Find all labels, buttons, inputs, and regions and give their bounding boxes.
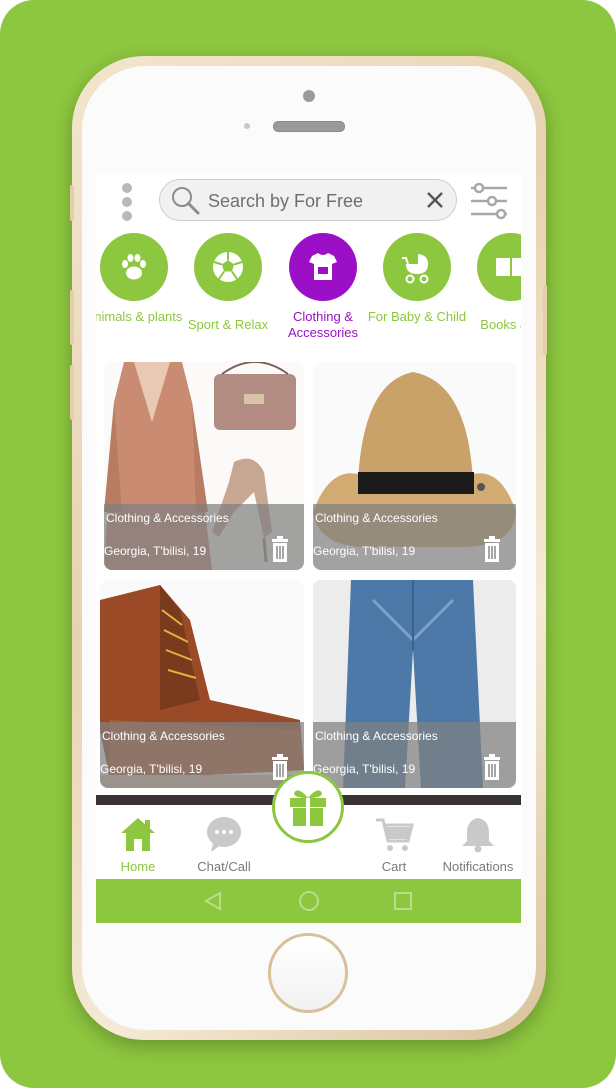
- tab-chat-call[interactable]: Chat/Call: [182, 815, 266, 874]
- app-screen: Animals & plants Sport & Relax Clothing …: [96, 175, 521, 923]
- side-button-power: [543, 285, 547, 355]
- tab-label: Notifications: [442, 859, 514, 874]
- listing-location: Georgia, T'bilisi, 19: [100, 762, 203, 776]
- category-baby-child[interactable]: For Baby & Child: [367, 233, 467, 325]
- clothing-icon: [309, 253, 337, 280]
- category-sport-relax[interactable]: Sport & Relax: [178, 233, 278, 333]
- listing-location: Georgia, T'bilisi, 19: [313, 544, 416, 558]
- category-label: For Baby & Child: [367, 309, 467, 324]
- chat-icon: [207, 817, 241, 852]
- search-icon: [172, 187, 200, 215]
- bell-icon: [462, 818, 494, 853]
- category-label: Animals & plants: [96, 309, 183, 324]
- paw-icon: [122, 254, 146, 280]
- category-label: Books & C: [480, 317, 521, 332]
- gift-icon: [290, 790, 326, 826]
- trash-icon[interactable]: [482, 754, 502, 780]
- recents-icon[interactable]: [393, 891, 413, 911]
- side-button-mute: [70, 185, 74, 221]
- listing-category: Clothing & Accessories: [315, 511, 438, 525]
- category-label: Sport & Relax: [187, 317, 269, 332]
- listing-card[interactable]: Clothing & Accessories Georgia, T'bilisi…: [313, 580, 516, 788]
- home-icon: [121, 818, 155, 851]
- soccer-ball-icon: [213, 252, 243, 282]
- front-camera: [303, 90, 315, 102]
- category-books[interactable]: Books & C: [461, 233, 521, 333]
- tab-label: Cart: [381, 859, 407, 874]
- category-animals-plants[interactable]: Animals & plants: [96, 233, 184, 325]
- search-bar: [159, 179, 457, 221]
- category-label: Clothing & Accessories: [287, 309, 359, 340]
- listing-category: Clothing & Accessories: [315, 729, 438, 743]
- menu-icon[interactable]: [120, 183, 134, 223]
- home-circle-icon[interactable]: [298, 890, 320, 912]
- category-carousel: Animals & plants Sport & Relax Clothing …: [96, 233, 521, 345]
- earpiece-speaker: [273, 121, 345, 132]
- sensor: [244, 123, 250, 129]
- tab-label: Home: [120, 859, 156, 874]
- stroller-icon: [402, 254, 429, 284]
- listing-card[interactable]: Clothing & Accessories Georgia, T'bilisi…: [104, 362, 304, 570]
- side-button-volume-up: [70, 290, 74, 345]
- filter-sliders-icon[interactable]: [468, 181, 510, 221]
- listing-category: Clothing & Accessories: [106, 511, 229, 525]
- side-button-volume-down: [70, 365, 74, 420]
- home-hardware-button[interactable]: [268, 933, 348, 1013]
- listing-card[interactable]: Clothing & Accessories Georgia, T'bilisi…: [100, 580, 304, 788]
- tab-label: Chat/Call: [197, 859, 251, 874]
- back-icon[interactable]: [203, 891, 223, 911]
- tab-home[interactable]: Home: [96, 815, 180, 874]
- close-icon[interactable]: [424, 189, 446, 211]
- trash-icon[interactable]: [482, 536, 502, 562]
- category-clothing-accessories[interactable]: Clothing & Accessories: [273, 233, 373, 341]
- tab-cart[interactable]: Cart: [352, 815, 436, 874]
- books-icon: [496, 258, 521, 278]
- gift-button[interactable]: [272, 771, 344, 843]
- tab-notifications[interactable]: Notifications: [436, 815, 520, 874]
- listing-category: Clothing & Accessories: [102, 729, 225, 743]
- trash-icon[interactable]: [270, 536, 290, 562]
- listing-location: Georgia, T'bilisi, 19: [104, 544, 207, 558]
- cart-icon: [376, 818, 414, 851]
- listing-location: Georgia, T'bilisi, 19: [313, 762, 416, 776]
- listing-card[interactable]: Clothing & Accessories Georgia, T'bilisi…: [313, 362, 516, 570]
- search-input[interactable]: [206, 188, 420, 214]
- system-navigation-bar: [96, 879, 521, 923]
